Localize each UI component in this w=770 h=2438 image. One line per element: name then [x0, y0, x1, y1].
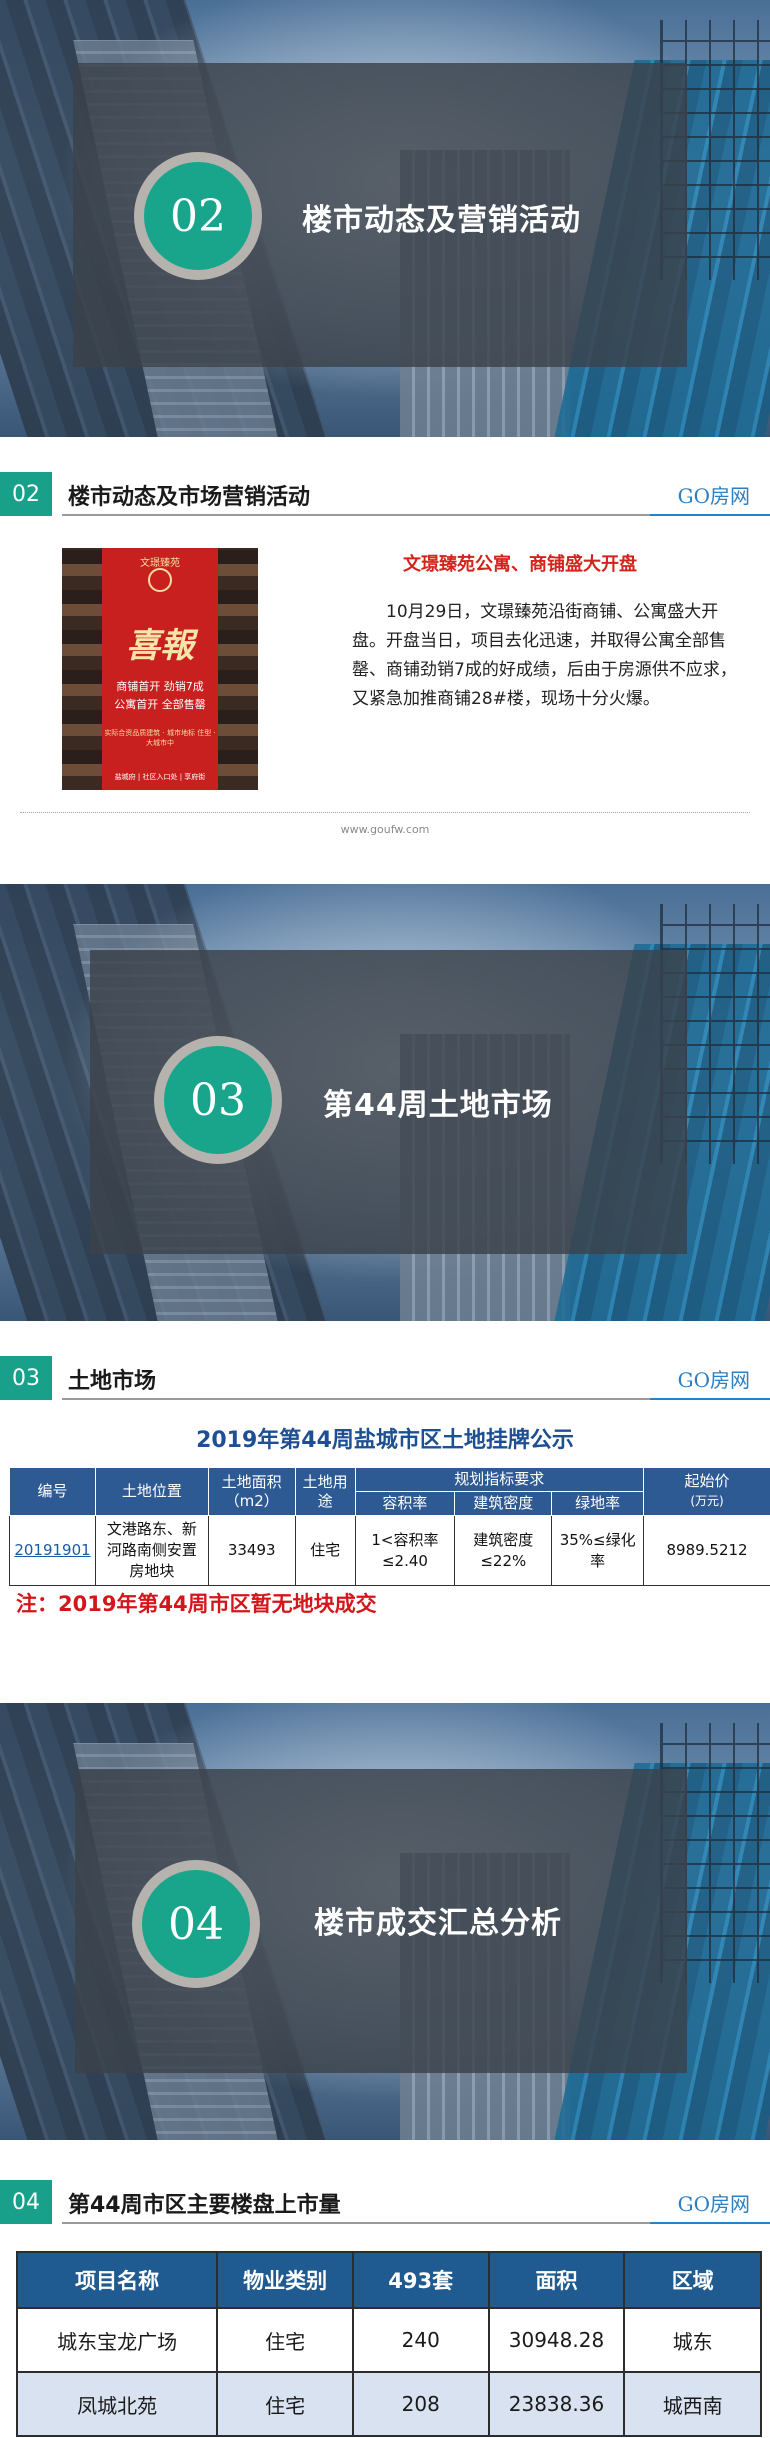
column-header-units: 493套	[351, 2251, 490, 2309]
land-note: 注：2019年第44周市区暂无地块成交	[16, 1592, 377, 1616]
site-logo[interactable]: GO房网	[678, 1364, 750, 1393]
cell-type: 住宅	[216, 2307, 354, 2373]
page: 02 楼市动态及营销活动 02 楼市动态及市场营销活动 GO房网 文璟臻苑 喜報…	[0, 0, 770, 2438]
column-header-plan: 规划指标要求	[354, 1467, 645, 1492]
listing-volume-table: 项目名称 物业类别 493套 面积 区域 城东宝龙广场 住宅 240 30948…	[15, 2251, 762, 2437]
cell-district: 城东	[623, 2307, 762, 2373]
column-header-project: 项目名称	[15, 2251, 219, 2309]
cell-area: 30948.28	[487, 2307, 626, 2373]
banner-title: 第44周土地市场	[323, 1088, 553, 1123]
cell-far: 1<容积率≤2.40	[354, 1515, 456, 1586]
column-header-area: 面积	[487, 2251, 626, 2309]
divider	[20, 812, 750, 813]
cell-area: 33493	[207, 1515, 296, 1586]
cover-banner-02: 02 楼市动态及营销活动	[0, 0, 770, 437]
section-number-badge: 02	[134, 152, 262, 280]
land-listing-table: 编号 土地位置 土地面积（m2） 土地用途 规划指标要求 起始价 (万元) 容积…	[9, 1467, 770, 1586]
cell-density: 建筑密度≤22%	[454, 1515, 553, 1586]
brand-emblem-icon	[148, 568, 172, 592]
cell-use: 住宅	[294, 1515, 356, 1586]
cell-location: 文港路东、新河路南侧安置房地块	[94, 1515, 209, 1586]
site-logo[interactable]: GO房网	[678, 480, 750, 509]
section-number: 02	[0, 472, 52, 516]
cell-type: 住宅	[216, 2371, 354, 2437]
site-logo[interactable]: GO房网	[678, 2188, 750, 2217]
cell-green: 35%≤绿化率	[551, 1515, 645, 1586]
land-table-title: 2019年第44周盐城市区土地挂牌公示	[196, 1428, 574, 1453]
column-header-use: 土地用途	[294, 1467, 356, 1516]
column-header-far: 容积率	[354, 1491, 456, 1516]
news-body: 10月29日，文璟臻苑沿街商铺、公寓盛大开盘。开盘当日，项目去化迅速，并取得公寓…	[352, 602, 737, 709]
table-row: 凤城北苑 住宅 208 23838.36 城西南	[15, 2371, 762, 2437]
cell-units: 240	[351, 2307, 490, 2373]
cell-area: 23838.36	[487, 2371, 626, 2437]
banner-title: 楼市成交汇总分析	[314, 1906, 562, 1941]
section-title: 第44周市区主要楼盘上市量	[68, 2193, 341, 2218]
cell-project: 凤城北苑	[15, 2371, 219, 2437]
section-title: 土地市场	[68, 1369, 157, 1394]
cell-price: 8989.5212	[643, 1515, 770, 1586]
sales-poster-image: 文璟臻苑 喜報 商铺首开 劲销7成 公寓首开 全部售罄 实际合资品质建筑 · 城…	[62, 548, 258, 790]
column-header-price: 起始价 (万元)	[643, 1467, 770, 1516]
section-header-04: 04 第44周市区主要楼盘上市量 GO房网	[0, 2180, 770, 2224]
banner-title: 楼市动态及营销活动	[302, 203, 581, 238]
section-header-02: 02 楼市动态及市场营销活动 GO房网	[0, 472, 770, 516]
site-url: www.goufw.com	[340, 823, 430, 836]
column-header-type: 物业类别	[216, 2251, 354, 2309]
column-header-location: 土地位置	[94, 1467, 209, 1516]
section-number: 04	[0, 2180, 52, 2224]
cover-banner-04: 04 楼市成交汇总分析	[0, 1703, 770, 2140]
cell-units: 208	[351, 2371, 490, 2437]
section-header-03: 03 土地市场 GO房网	[0, 1356, 770, 1400]
section-number-badge: 04	[132, 1860, 260, 1988]
table-row: 20191901 文港路东、新河路南侧安置房地块 33493 住宅 1<容积率≤…	[9, 1515, 770, 1586]
column-header-id: 编号	[9, 1467, 96, 1516]
section-number-badge: 03	[154, 1036, 282, 1164]
cell-project: 城东宝龙广场	[15, 2307, 219, 2373]
section-number: 03	[0, 1356, 52, 1400]
column-header-green: 绿地率	[551, 1491, 645, 1516]
column-header-density: 建筑密度	[454, 1491, 553, 1516]
cell-district: 城西南	[623, 2371, 762, 2437]
section-title: 楼市动态及市场营销活动	[68, 485, 311, 510]
cover-banner-03: 03 第44周土地市场	[0, 884, 770, 1321]
news-title: 文璟臻苑公寓、商铺盛大开盘	[403, 554, 637, 575]
column-header-area: 土地面积（m2）	[207, 1467, 296, 1516]
land-id-link[interactable]: 20191901	[9, 1515, 96, 1586]
column-header-district: 区域	[623, 2251, 762, 2309]
table-row: 城东宝龙广场 住宅 240 30948.28 城东	[15, 2307, 762, 2373]
